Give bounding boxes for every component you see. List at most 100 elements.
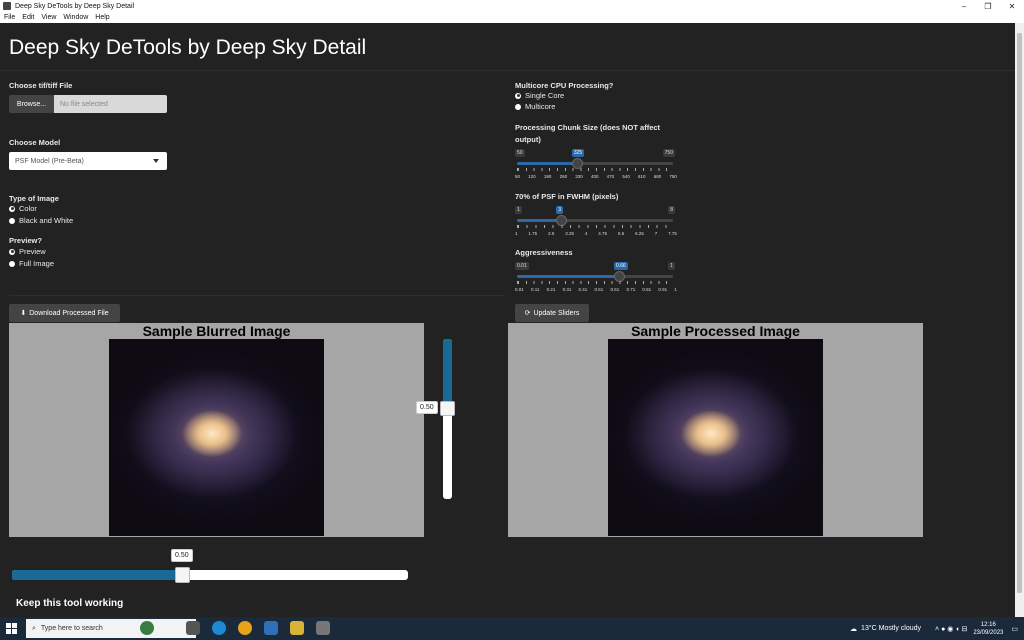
clock[interactable]: 12:16 23/09/2023 — [973, 621, 1003, 637]
horizontal-slider[interactable] — [12, 567, 408, 583]
processed-galaxy-image — [608, 339, 823, 536]
chrome-icon[interactable] — [238, 621, 252, 635]
maximize-button[interactable]: ❐ — [976, 0, 1000, 12]
slider-min: 1 — [515, 206, 522, 214]
slider-fill — [12, 570, 182, 580]
menu-edit[interactable]: Edit — [22, 14, 34, 21]
radio-label: Single Core — [525, 91, 565, 100]
radio-selected-icon — [9, 205, 15, 212]
search-icon: ⌕ — [32, 624, 36, 632]
search-placeholder: Type here to search — [40, 625, 103, 632]
chunk-size-slider[interactable]: 50 750 325 50 120 190 260 330 400 470 540 610 680… — [515, 149, 677, 189]
radio-selected-icon — [515, 92, 521, 99]
blurred-image-title: Sample Blurred Image — [142, 323, 291, 339]
slider-tick-labels: 0.01 0.11 0.21 0.31 0.41 0.51 0.61 0.71 0.81 0.91… — [515, 287, 677, 292]
tick-label: 680 — [653, 174, 662, 179]
vertical-scrollbar[interactable] — [1015, 23, 1024, 617]
update-sliders-button[interactable]: ⟳ Update Sliders — [515, 304, 589, 322]
blurred-image-panel: Sample Blurred Image — [9, 323, 424, 537]
notification-icon[interactable]: ▭ — [1011, 625, 1018, 633]
window-title: Deep Sky DeTools by Deep Sky Detail — [15, 2, 135, 10]
tick-label: 0.51 — [594, 287, 604, 292]
download-button[interactable]: ⬇ Download Processed File — [9, 304, 120, 322]
menu-window[interactable]: Window — [63, 14, 88, 21]
slider-value: 0.66 — [613, 262, 628, 270]
tick-label: 5.5 — [617, 231, 625, 236]
menu-help[interactable]: Help — [95, 14, 109, 21]
radio-single-core[interactable]: Single Core — [515, 91, 564, 100]
app-icon-blue[interactable] — [264, 621, 278, 635]
update-label: Update Sliders — [533, 309, 580, 317]
weather-text[interactable]: 13°C Mostly cloudy — [861, 625, 921, 632]
slider-ticks — [517, 168, 673, 171]
window-title-bar: Deep Sky DeTools by Deep Sky Detail – ❐ … — [0, 0, 1024, 12]
vertical-slider[interactable] — [440, 339, 455, 499]
tick-label: 0.11 — [530, 287, 540, 292]
psf-label: 70% of PSF in FWHM (pixels) — [515, 192, 619, 201]
page-title: Deep Sky DeTools by Deep Sky Detail — [9, 36, 367, 59]
slider-tick-labels: 1 1.75 2.5 3.25 4 4.75 5.5 6.25 7 7.75 — [515, 231, 677, 236]
psf-slider[interactable]: 1 8 3 1 1.75 2.5 3.25 4 4.75 5.5 6.25 7 7.75 — [515, 206, 677, 246]
tick-label: 750 — [669, 174, 677, 179]
tick-label: 0.21 — [546, 287, 556, 292]
radio-unselected-icon — [515, 103, 521, 110]
radio-full-image[interactable]: Full Image — [9, 259, 54, 268]
slider-fill — [517, 162, 578, 165]
tick-label: 260 — [559, 174, 568, 179]
slider-max: 750 — [662, 149, 675, 157]
minimize-button[interactable]: – — [952, 0, 976, 12]
tick-label: 330 — [575, 174, 583, 179]
tray-icons[interactable]: ˄ ● ◉ ◖ ⊟ — [935, 625, 967, 633]
divider — [9, 295, 504, 296]
tick-label: 1 — [674, 287, 677, 292]
date: 23/09/2023 — [973, 629, 1004, 636]
slider-handle[interactable] — [175, 567, 190, 583]
radio-unselected-icon — [9, 260, 15, 267]
slider-fill — [517, 275, 620, 278]
tick-label: 6.25 — [635, 231, 644, 236]
close-button[interactable]: ✕ — [1000, 0, 1024, 12]
tick-label: 7.75 — [668, 231, 677, 236]
radio-black-and-white[interactable]: Black and White — [9, 216, 73, 225]
windows-start-icon[interactable] — [6, 623, 17, 634]
tick-label: 0.01 — [515, 287, 524, 292]
radio-preview[interactable]: Preview — [9, 247, 46, 256]
tick-label: 7 — [654, 231, 658, 236]
taskbar: ⌕ Type here to search ☁ 13°C Mostly clou… — [0, 617, 1024, 640]
taskbar-search-input[interactable]: ⌕ Type here to search — [26, 619, 196, 638]
app-icon-gray[interactable] — [316, 621, 330, 635]
slider-min: 50 — [515, 149, 525, 157]
cloud-icon: ☁ — [850, 625, 858, 633]
slider-value: 325 — [571, 149, 585, 157]
radio-multicore[interactable]: Multicore — [515, 102, 555, 111]
processed-image-title: Sample Processed Image — [631, 323, 800, 339]
tick-label: 0.61 — [610, 287, 620, 292]
divider — [0, 70, 1015, 71]
tick-label: 0.31 — [562, 287, 572, 292]
radio-label: Color — [19, 204, 37, 213]
scrollbar-thumb[interactable] — [1017, 33, 1022, 593]
slider-fill — [443, 339, 452, 407]
tick-label: 0.71 — [626, 287, 636, 292]
slider-handle[interactable] — [440, 401, 455, 416]
tick-label: 0.41 — [578, 287, 588, 292]
tick-label: 120 — [528, 174, 536, 179]
file-name-field[interactable]: No file selected — [54, 95, 167, 113]
tick-label: 190 — [543, 174, 552, 179]
download-label: Download Processed File — [29, 309, 109, 317]
task-view-icon[interactable] — [186, 621, 200, 635]
globe-icon[interactable] — [140, 621, 154, 635]
tick-label: 4 — [584, 231, 588, 236]
slider-ticks — [517, 225, 673, 228]
edge-browser-icon[interactable] — [212, 621, 226, 635]
model-label: Choose Model — [9, 138, 61, 147]
keep-tool-working-heading: Keep this tool working — [16, 598, 124, 609]
model-select[interactable]: PSF Model (Pre-Beta) — [9, 152, 167, 170]
menu-view[interactable]: View — [41, 14, 56, 21]
radio-label: Preview — [19, 247, 46, 256]
menu-file[interactable]: File — [4, 14, 15, 21]
browse-button[interactable]: Browse... — [9, 95, 54, 113]
file-explorer-icon[interactable] — [290, 621, 304, 635]
radio-color[interactable]: Color — [9, 204, 37, 213]
aggressiveness-slider[interactable]: 0.01 1 0.66 0.01 0.11 0.21 0.31 0.41 0.51 0.61… — [515, 262, 677, 302]
